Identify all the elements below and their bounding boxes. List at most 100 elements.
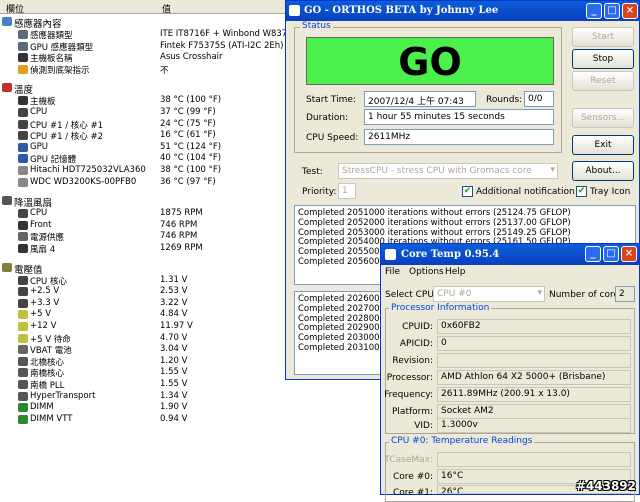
close-icon[interactable]: × bbox=[621, 246, 637, 262]
minimize-icon[interactable]: _ bbox=[585, 246, 601, 262]
sensor-value: 4.70 V bbox=[160, 332, 188, 343]
sensor-name: 南橋 PLL bbox=[30, 381, 65, 391]
sensor-name: 電源供應 bbox=[30, 233, 65, 244]
sensor-section[interactable]: 溫度 bbox=[0, 82, 300, 96]
menu-options[interactable]: Options bbox=[409, 267, 444, 277]
sensor-value: 746 RPM bbox=[160, 219, 198, 230]
sensor-icon bbox=[18, 166, 28, 175]
sensor-name: CPU #1 / 核心 #2 bbox=[30, 132, 104, 143]
sensor-section[interactable]: 電壓值 bbox=[0, 262, 300, 276]
sensor-row[interactable]: Hitachi HDT725032VLA360 38 °C (100 °F) bbox=[0, 165, 300, 177]
sensor-name: CPU bbox=[30, 208, 48, 219]
priority-select[interactable]: 1 bbox=[338, 183, 356, 199]
sensor-icon bbox=[18, 119, 28, 129]
sensor-row[interactable]: 北橋核心 1.20 V bbox=[0, 356, 300, 368]
stop-button[interactable]: Stop bbox=[572, 49, 634, 69]
sensor-row[interactable]: 南橋核心 1.55 V bbox=[0, 367, 300, 379]
sensor-icon bbox=[18, 368, 28, 378]
test-select[interactable]: StressCPU - stress CPU with Gromacs core… bbox=[338, 163, 558, 179]
orthos-titlebar[interactable]: GO - ORTHOS BETA by Johnny Lee _ □ × bbox=[286, 1, 639, 21]
sensor-value: Fintek F75375S (ATI-I2C 2Eh) bbox=[160, 40, 284, 51]
sensor-value: 1.90 V bbox=[160, 402, 188, 413]
reset-button[interactable]: Reset bbox=[572, 71, 634, 91]
close-icon[interactable]: × bbox=[622, 3, 638, 19]
sensor-row[interactable]: GPU 51 °C (124 °F) bbox=[0, 142, 300, 154]
vid-value: 1.3000v bbox=[437, 418, 631, 433]
start-button[interactable]: Start bbox=[572, 27, 634, 47]
maximize-icon[interactable]: □ bbox=[603, 246, 619, 262]
about-button[interactable]: About... bbox=[572, 161, 634, 181]
sensor-row[interactable]: DIMM 1.90 V bbox=[0, 402, 300, 414]
column-header-field[interactable]: 欄位 bbox=[6, 2, 24, 15]
sensor-value: 38 °C (100 °F) bbox=[160, 165, 222, 175]
sensor-value: 3.22 V bbox=[160, 297, 188, 308]
sensor-row[interactable]: GPU 記憶體 40 °C (104 °F) bbox=[0, 153, 300, 165]
sensor-section[interactable]: 降溫風扇 bbox=[0, 195, 300, 209]
sensor-row[interactable]: 電源供應 746 RPM bbox=[0, 231, 300, 243]
menu-help[interactable]: Help bbox=[445, 267, 466, 277]
exit-button[interactable]: Exit bbox=[572, 135, 634, 155]
sensor-icon bbox=[18, 244, 28, 253]
sensor-row[interactable]: CPU 核心 1.31 V bbox=[0, 275, 300, 287]
sensor-name: 感應器類型 bbox=[30, 31, 73, 41]
sensor-section[interactable]: 感應器內容 bbox=[0, 16, 300, 30]
tray-icon-checkbox[interactable]: ✔ bbox=[576, 186, 587, 197]
column-header-value[interactable]: 值 bbox=[162, 2, 171, 15]
cpu-speed-label: CPU Speed: bbox=[306, 133, 359, 143]
sensor-row[interactable]: 風扇 4 1269 RPM bbox=[0, 243, 300, 255]
sensor-row[interactable]: 主機板 38 °C (100 °F) bbox=[0, 95, 300, 107]
frequency-label: Frequency: bbox=[384, 390, 433, 400]
sensor-row[interactable]: WDC WD3200KS-00PFB0 36 °C (97 °F) bbox=[0, 177, 300, 189]
sensor-row[interactable]: VBAT 電池 3.04 V bbox=[0, 344, 300, 356]
sensor-row[interactable]: CPU #1 / 核心 #1 24 °C (75 °F) bbox=[0, 119, 300, 131]
sensor-value: 24 °C (75 °F) bbox=[160, 118, 216, 129]
cpu-speed-field: 2611MHz bbox=[364, 129, 554, 145]
sensor-row[interactable]: CPU 37 °C (99 °F) bbox=[0, 107, 300, 119]
sensor-row[interactable]: DIMM VTT 0.94 V bbox=[0, 414, 300, 426]
sensor-name: GPU bbox=[30, 141, 48, 152]
sensor-row[interactable]: CPU #1 / 核心 #2 16 °C (61 °F) bbox=[0, 130, 300, 142]
sensor-row[interactable]: +12 V 11.97 V bbox=[0, 321, 300, 333]
sensor-row[interactable]: HyperTransport 1.34 V bbox=[0, 391, 300, 403]
sensor-icon bbox=[18, 298, 28, 308]
sensor-row[interactable]: Front 746 RPM bbox=[0, 220, 300, 232]
select-cpu-dropdown[interactable]: CPU #0 ▾ bbox=[433, 286, 545, 302]
sensors-button[interactable]: Sensors... bbox=[572, 108, 634, 128]
start-time-label: Start Time: bbox=[306, 95, 356, 105]
additional-notification-checkbox[interactable]: ✔ bbox=[462, 186, 473, 197]
vid-label: VID: bbox=[414, 421, 433, 431]
coretemp-title: Core Temp 0.95.4 bbox=[401, 249, 500, 260]
section-title: 感應器內容 bbox=[14, 19, 62, 30]
maximize-icon[interactable]: □ bbox=[604, 3, 620, 19]
minimize-icon[interactable]: _ bbox=[586, 3, 602, 19]
sensor-row[interactable]: GPU 感應器類型 Fintek F75375S (ATI-I2C 2Eh) bbox=[0, 41, 300, 53]
sensor-name: 南橋核心 bbox=[30, 369, 65, 380]
sensor-row[interactable]: 偵測到底架指示 不 bbox=[0, 64, 300, 76]
sensor-row[interactable]: +5 V 4.84 V bbox=[0, 309, 300, 321]
sensor-icon bbox=[18, 30, 28, 39]
section-icon bbox=[2, 196, 12, 206]
chevron-down-icon: ▾ bbox=[550, 165, 555, 175]
sensor-row[interactable]: 南橋 PLL 1.55 V bbox=[0, 379, 300, 391]
sensor-icon bbox=[18, 275, 28, 285]
sensor-row[interactable]: +3.3 V 3.22 V bbox=[0, 298, 300, 310]
duration-label: Duration: bbox=[306, 113, 349, 123]
sensor-row[interactable]: 感應器類型 ITE IT8716F + Winbond W83791 bbox=[0, 29, 300, 41]
sensor-icon bbox=[18, 333, 28, 343]
sensor-name: 主機板 bbox=[30, 97, 56, 108]
cpuid-value: 0x60FB2 bbox=[437, 319, 631, 334]
section-title: 電壓值 bbox=[14, 264, 43, 276]
sensor-row[interactable]: CPU 1875 RPM bbox=[0, 208, 300, 220]
coretemp-titlebar[interactable]: Core Temp 0.95.4 _ □ × bbox=[381, 244, 639, 265]
sensor-icon bbox=[18, 209, 28, 219]
temperature-group-label: CPU #0: Temperature Readings bbox=[389, 436, 535, 446]
sensor-row[interactable]: +2.5 V 2.53 V bbox=[0, 286, 300, 298]
sensor-icon bbox=[18, 403, 28, 413]
menu-file[interactable]: File bbox=[385, 267, 400, 277]
sensor-name: CPU bbox=[30, 107, 48, 117]
sensor-row[interactable]: +5 V 待命 4.70 V bbox=[0, 333, 300, 345]
sensor-value: 不 bbox=[160, 65, 169, 76]
sensor-value: 0.94 V bbox=[160, 413, 188, 424]
sensor-value: 2.53 V bbox=[160, 286, 188, 297]
sensor-row[interactable]: 主機板名稱 Asus Crosshair bbox=[0, 52, 300, 64]
